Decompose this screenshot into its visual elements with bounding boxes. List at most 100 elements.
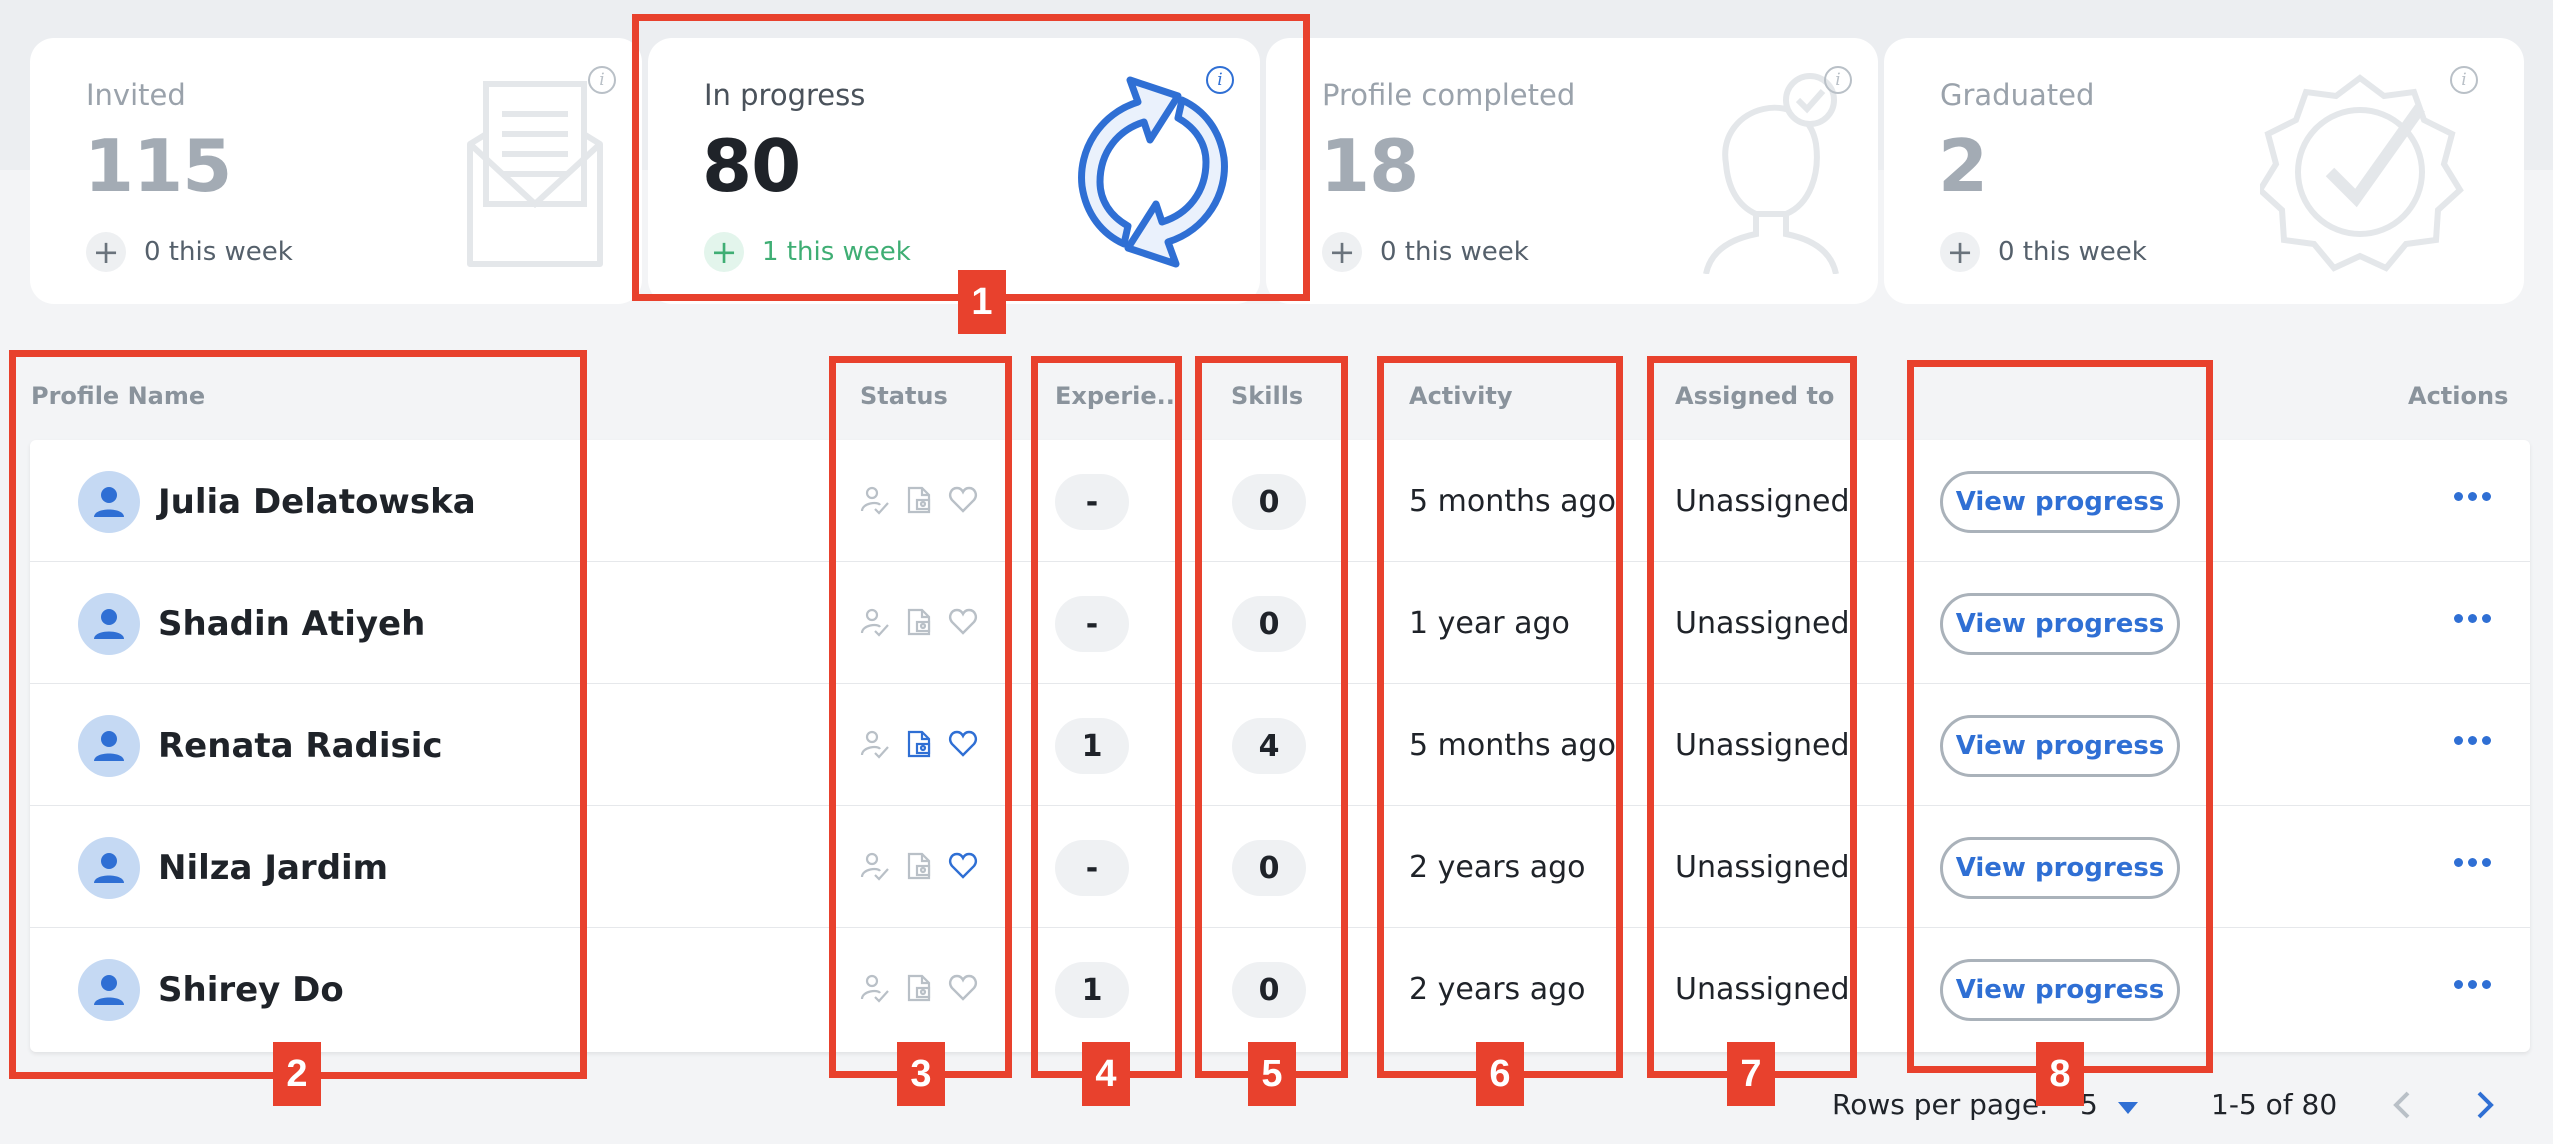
header-profile-name[interactable]: Profile Name [31,382,205,410]
skills-count: 0 [1232,962,1306,1018]
activity-text: 1 year ago [1409,606,1570,641]
stage-week: + 0 this week [1940,232,2147,272]
resume-icon [904,729,934,763]
annotation-badge: 3 [897,1042,945,1106]
table-header: Profile Name Status Experie... Skills Ac… [30,360,2530,440]
assigned-to-text: Unassigned [1675,728,1850,763]
chevron-left-icon[interactable] [2392,1090,2412,1127]
more-actions-icon[interactable] [2448,606,2497,631]
assigned-to-text: Unassigned [1675,484,1850,519]
skills-count: 0 [1232,474,1306,530]
stage-count: 2 [1938,124,1988,208]
person-check-icon [860,973,890,1007]
pagination-range: 1-5 of 80 [2211,1088,2338,1121]
avatar[interactable] [78,471,140,533]
table-row[interactable]: Shirey Do 1 0 2 years ago Unassigned Vie… [30,928,2530,1050]
stage-week: + 0 this week [86,232,293,272]
heart-icon[interactable] [948,485,978,519]
annotation-badge: 5 [1248,1042,1296,1106]
annotation-badge: 7 [1727,1042,1775,1106]
plus-icon: + [86,232,126,272]
skills-count: 0 [1232,596,1306,652]
caret-down-icon [2117,1088,2138,1121]
assigned-to-text: Unassigned [1675,606,1850,641]
view-progress-button[interactable]: View progress [1940,837,2180,899]
stage-card-in-progress[interactable]: In progress 80 + 1 this week i [648,38,1260,304]
avatar[interactable] [78,837,140,899]
person-check-icon [860,851,890,885]
more-actions-icon[interactable] [2448,850,2497,875]
stage-card-profile-completed[interactable]: Profile completed 18 + 0 this week i [1266,38,1878,304]
profile-name[interactable]: Shirey Do [158,970,344,1010]
view-progress-button[interactable]: View progress [1940,959,2180,1021]
heart-icon[interactable] [948,973,978,1007]
header-activity[interactable]: Activity [1409,382,1513,410]
plus-icon: + [1322,232,1362,272]
annotation-badge: 2 [273,1042,321,1106]
resume-icon [904,973,934,1007]
header-assigned-to[interactable]: Assigned to [1675,382,1834,410]
header-experience[interactable]: Experie... [1055,382,1184,410]
stage-week-text: 0 this week [1998,237,2147,267]
avatar[interactable] [78,715,140,777]
profile-name[interactable]: Julia Delatowska [158,482,476,522]
annotation-badge: 6 [1476,1042,1524,1106]
stage-count: 18 [1320,124,1419,208]
avatar[interactable] [78,959,140,1021]
stage-card-graduated[interactable]: Graduated 2 + 0 this week i [1884,38,2524,304]
assigned-to-text: Unassigned [1675,972,1850,1007]
experience-count: - [1055,596,1129,652]
person-check-icon [860,607,890,641]
activity-text: 5 months ago [1409,484,1616,519]
experience-count: 1 [1055,962,1129,1018]
heart-icon[interactable] [948,729,978,763]
profile-check-icon [1686,64,1856,278]
profile-name[interactable]: Nilza Jardim [158,848,388,888]
info-icon[interactable]: i [1206,66,1234,94]
view-progress-button[interactable]: View progress [1940,471,2180,533]
experience-count: - [1055,474,1129,530]
status-icons [860,851,978,885]
resume-icon [904,607,934,641]
plus-icon: + [704,232,744,272]
person-icon [94,609,124,639]
stage-count: 80 [702,124,801,208]
person-icon [94,731,124,761]
table-row[interactable]: Julia Delatowska - 0 5 months ago Unassi… [30,440,2530,562]
more-actions-icon[interactable] [2448,484,2497,509]
resume-icon [904,851,934,885]
header-status[interactable]: Status [860,382,948,410]
table-row[interactable]: Renata Radisic 1 4 5 months ago Unassign… [30,684,2530,806]
person-icon [94,487,124,517]
more-actions-icon[interactable] [2448,728,2497,753]
profiles-table: Julia Delatowska - 0 5 months ago Unassi… [30,440,2530,1052]
badge-check-icon [2256,68,2480,282]
info-icon[interactable]: i [1824,66,1852,94]
stage-label: Graduated [1940,78,2095,112]
more-actions-icon[interactable] [2448,972,2497,997]
chevron-right-icon[interactable] [2475,1090,2495,1127]
profile-name[interactable]: Renata Radisic [158,726,443,766]
profile-name[interactable]: Shadin Atiyeh [158,604,425,644]
info-icon[interactable]: i [2450,66,2478,94]
heart-icon[interactable] [948,607,978,641]
skills-count: 4 [1232,718,1306,774]
view-progress-button[interactable]: View progress [1940,715,2180,777]
annotation-badge: 1 [958,270,1006,334]
info-icon[interactable]: i [588,66,616,94]
rows-per-page-select[interactable]: 5 [2080,1088,2138,1121]
table-row[interactable]: Nilza Jardim - 0 2 years ago Unassigned … [30,806,2530,928]
header-skills[interactable]: Skills [1231,382,1303,410]
activity-text: 2 years ago [1409,972,1586,1007]
skills-count: 0 [1232,840,1306,896]
activity-text: 5 months ago [1409,728,1616,763]
stage-card-invited[interactable]: Invited 115 + 0 this week i [30,38,642,304]
heart-icon[interactable] [948,851,978,885]
stage-week-text: 0 this week [1380,237,1529,267]
table-row[interactable]: Shadin Atiyeh - 0 1 year ago Unassigned … [30,562,2530,684]
person-check-icon [860,729,890,763]
avatar[interactable] [78,593,140,655]
status-icons [860,485,978,519]
view-progress-button[interactable]: View progress [1940,593,2180,655]
rows-per-page-label: Rows per page: [1832,1088,2049,1121]
